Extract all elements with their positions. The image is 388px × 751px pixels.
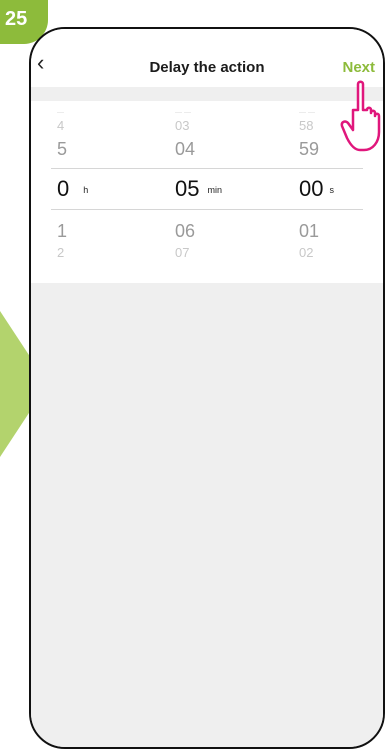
page-title: Delay the action xyxy=(149,59,265,76)
hours-bottom: 1 xyxy=(57,221,68,241)
minutes-selected: 05 min xyxy=(175,176,222,201)
seconds-unit: s xyxy=(329,185,334,196)
minutes-bottom: 06 xyxy=(175,221,196,241)
navigation-bar: ‹ Delay the action Next xyxy=(31,29,383,87)
minutes-far-bottom: 07 xyxy=(175,245,190,260)
pointing-hand-icon xyxy=(340,80,381,152)
hours-far-bottom: 2 xyxy=(57,245,65,260)
hours-top: 5 xyxy=(57,139,68,159)
phone-frame: ‹ Delay the action Next — 4 5 0h 1 2 —— … xyxy=(29,27,385,749)
seconds-far-top: 58 xyxy=(299,118,314,133)
step-number: 25 xyxy=(5,8,28,30)
minutes-wheel[interactable]: —— 03 04 05 min 06 07 xyxy=(175,101,285,283)
hours-unit: h xyxy=(83,185,89,196)
minutes-unit: min xyxy=(207,185,222,196)
content-area xyxy=(31,283,383,747)
minutes-far-top: 03 xyxy=(175,118,190,133)
hours-far-top: 4 xyxy=(57,118,65,133)
hours-selected: 0h xyxy=(57,176,89,201)
hours-wheel[interactable]: — 4 5 0h 1 2 xyxy=(57,101,147,283)
seconds-bottom: 01 xyxy=(299,221,320,241)
seconds-far-bottom: 02 xyxy=(299,245,314,260)
seconds-top: 59 xyxy=(299,139,320,159)
seconds-selected: 00 s xyxy=(299,176,334,201)
next-button[interactable]: Next xyxy=(342,59,375,76)
time-picker[interactable]: — 4 5 0h 1 2 —— 03 04 05 min 06 07 —— 58 … xyxy=(31,101,383,283)
header-spacer xyxy=(31,87,383,101)
minutes-top: 04 xyxy=(175,139,196,159)
